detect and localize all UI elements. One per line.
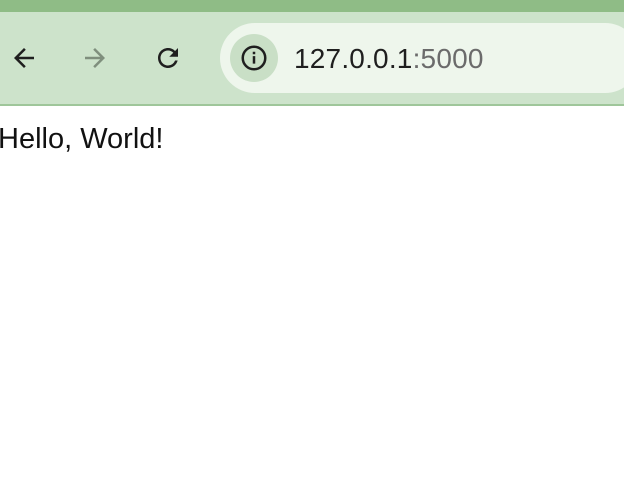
reload-icon: [158, 48, 178, 68]
page-body-text: Hello, World!: [0, 123, 164, 155]
back-button[interactable]: [4, 38, 44, 78]
address-bar[interactable]: 127.0.0.1:5000: [220, 23, 624, 93]
info-icon: [241, 45, 267, 71]
arrow-right-icon: [85, 48, 105, 68]
forward-button[interactable]: [75, 38, 115, 78]
page-content: Hello, World!: [0, 106, 624, 492]
address-url[interactable]: 127.0.0.1:5000: [294, 43, 484, 75]
browser-toolbar: 127.0.0.1:5000: [0, 12, 624, 104]
site-info-button[interactable]: [230, 34, 278, 82]
reload-button[interactable]: [148, 38, 188, 78]
url-host: 127.0.0.1: [294, 43, 413, 74]
arrow-left-icon: [14, 48, 34, 68]
window-top-strip: [0, 0, 624, 12]
url-port: :5000: [412, 43, 484, 74]
